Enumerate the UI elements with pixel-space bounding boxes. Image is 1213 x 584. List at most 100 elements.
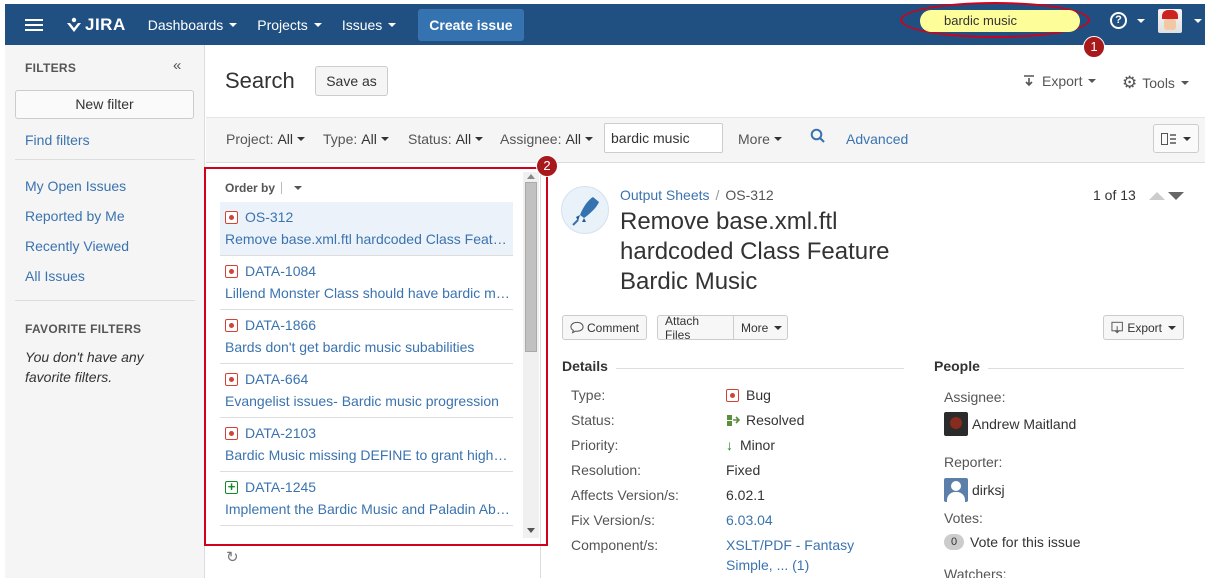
project-criteria-label: Project: xyxy=(226,131,274,147)
more-criteria[interactable]: More xyxy=(738,131,782,147)
issue-export-button[interactable]: Export xyxy=(1103,315,1184,340)
field-value-affects-version: 6.02.1 xyxy=(726,487,765,503)
chevron-down-icon xyxy=(1088,79,1097,83)
favorite-filters-heading: FAVORITE FILTERS xyxy=(25,322,142,336)
chevron-down-icon xyxy=(475,137,484,141)
quick-search-input[interactable]: bardic music xyxy=(920,10,1080,32)
annotation-marker-1: 1 xyxy=(1083,36,1105,58)
sidebar-item-reported-by-me[interactable]: Reported by Me xyxy=(25,208,125,224)
field-value-fix-version[interactable]: 6.03.04 xyxy=(726,512,773,528)
resolved-status-icon xyxy=(727,415,740,426)
status-criteria[interactable]: Status: All xyxy=(408,131,484,147)
find-filters-link[interactable]: Find filters xyxy=(25,132,90,148)
comment-label: Comment xyxy=(586,320,639,335)
refresh-icon[interactable]: ↻ xyxy=(226,548,239,566)
field-label-status: Status: xyxy=(571,412,615,428)
save-as-button[interactable]: Save as xyxy=(315,66,388,96)
project-criteria-value: All xyxy=(277,131,294,147)
arrow-down-icon: ↓ xyxy=(726,437,733,453)
chevron-down-icon xyxy=(773,137,782,141)
field-value-type: Bug xyxy=(726,387,771,403)
nav-dashboards[interactable]: Dashboards xyxy=(148,17,238,33)
advanced-search-link[interactable]: Advanced xyxy=(846,131,908,147)
frame-edge xyxy=(1205,0,1213,584)
gear-icon: ⚙ xyxy=(1122,73,1138,92)
comment-icon xyxy=(570,321,584,334)
nav-issues[interactable]: Issues xyxy=(341,16,397,33)
create-issue-button[interactable]: Create issue xyxy=(418,8,524,41)
jira-logo-icon xyxy=(67,17,81,32)
annotation-highlight-box xyxy=(204,167,548,546)
previous-issue-icon[interactable] xyxy=(1149,192,1165,200)
breadcrumb-project-link[interactable]: Output Sheets xyxy=(620,187,710,203)
assignee-value: Andrew Maitland xyxy=(944,412,1076,436)
field-label-resolution: Resolution: xyxy=(571,462,642,478)
chevron-down-icon xyxy=(313,22,322,27)
votes-label: Votes: xyxy=(944,510,983,526)
field-label-type: Type: xyxy=(571,387,606,403)
search-icon[interactable] xyxy=(810,128,826,144)
nav-projects[interactable]: Projects xyxy=(257,17,322,33)
field-value-component[interactable]: XSLT/PDF - Fantasy xyxy=(726,537,854,553)
field-label-priority: Priority: xyxy=(571,437,619,453)
export-menu[interactable]: Export xyxy=(1022,73,1097,89)
chevron-down-icon xyxy=(388,22,397,27)
assignee-criteria-label: Assignee: xyxy=(500,131,562,147)
next-issue-icon[interactable] xyxy=(1168,192,1184,200)
vote-link[interactable]: Vote for this issue xyxy=(970,534,1081,550)
nav-issues-label: Issues xyxy=(341,16,383,33)
chevron-down-icon xyxy=(229,22,238,27)
more-components-link[interactable]: ... (1) xyxy=(777,557,810,573)
bug-icon xyxy=(726,388,739,402)
reporter-value: dirksj xyxy=(944,478,1005,502)
issue-export-label: Export xyxy=(1127,320,1162,335)
status-criteria-label: Status: xyxy=(408,131,452,147)
favorite-filters-empty-note: You don't have any favorite filters. xyxy=(25,349,144,385)
field-value-priority: ↓ Minor xyxy=(726,437,775,453)
assignee-avatar xyxy=(944,412,968,436)
people-heading: People xyxy=(934,358,980,374)
chevron-down-icon xyxy=(1183,136,1191,141)
filters-sidebar: FILTERS « New filter Find filters My Ope… xyxy=(5,45,205,584)
frame-edge xyxy=(0,578,1213,584)
divider xyxy=(15,300,195,301)
field-label-fix-version: Fix Version/s: xyxy=(571,512,656,528)
jira-logo[interactable]: JIRA xyxy=(65,15,126,35)
status-value: Resolved xyxy=(746,412,805,428)
menu-icon[interactable] xyxy=(25,18,43,31)
text-search-input[interactable]: bardic music xyxy=(604,123,723,153)
layout-icon xyxy=(1161,132,1176,145)
votes-value: 0 Vote for this issue xyxy=(944,534,1081,550)
help-icon[interactable]: ? xyxy=(1110,12,1127,29)
attach-files-button[interactable]: Attach Files xyxy=(657,314,734,342)
layout-switcher-button[interactable] xyxy=(1153,124,1199,153)
field-value-components-extra: Simple, ... (1) xyxy=(726,557,809,573)
priority-value: Minor xyxy=(740,437,776,453)
sidebar-item-all-issues[interactable]: All Issues xyxy=(25,268,85,284)
assignee-name[interactable]: Andrew Maitland xyxy=(972,416,1076,432)
component-link[interactable]: Simple, xyxy=(726,557,773,573)
more-actions-label: More xyxy=(741,320,769,335)
field-value-resolution: Fixed xyxy=(726,462,761,478)
more-actions-button[interactable]: More xyxy=(733,315,788,340)
comment-button[interactable]: Comment xyxy=(562,315,647,340)
new-filter-button[interactable]: New filter xyxy=(15,90,194,119)
type-criteria[interactable]: Type: All xyxy=(323,131,389,147)
assignee-label: Assignee: xyxy=(944,389,1006,405)
vote-count-badge: 0 xyxy=(944,534,964,550)
breadcrumb-issue-key[interactable]: OS-312 xyxy=(725,187,773,203)
field-label-components: Component/s: xyxy=(571,537,659,553)
sidebar-item-recently-viewed[interactable]: Recently Viewed xyxy=(25,238,129,254)
chevron-down-icon xyxy=(1194,19,1202,23)
user-avatar[interactable] xyxy=(1158,9,1182,33)
logo-text: JIRA xyxy=(85,14,126,34)
chevron-down-icon xyxy=(774,325,783,330)
project-criteria[interactable]: Project: All xyxy=(226,131,306,147)
sidebar-item-my-open-issues[interactable]: My Open Issues xyxy=(25,178,126,194)
export-icon xyxy=(1111,321,1123,334)
assignee-criteria[interactable]: Assignee: All xyxy=(500,131,594,147)
reporter-name[interactable]: dirksj xyxy=(972,482,1005,498)
nav-projects-label: Projects xyxy=(257,16,308,33)
collapse-sidebar-icon[interactable]: « xyxy=(173,57,181,74)
tools-menu[interactable]: ⚙ Tools xyxy=(1122,73,1189,93)
